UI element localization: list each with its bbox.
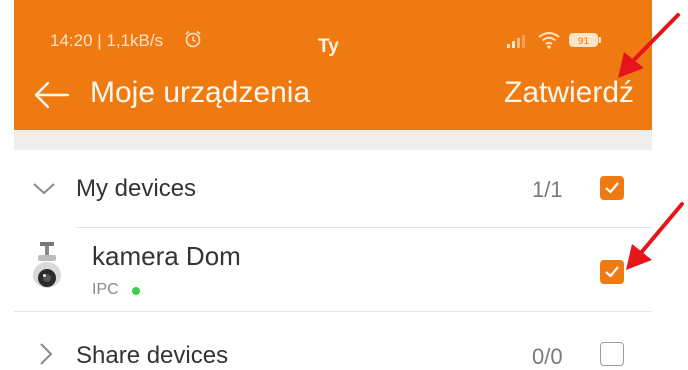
group-row-share-devices[interactable]: Share devices 0/0	[14, 312, 652, 369]
signal-icon	[507, 35, 525, 48]
battery-icon: 91	[569, 33, 601, 47]
chevron-down-icon	[33, 183, 55, 195]
battery-level: 91	[578, 37, 589, 47]
status-carrier: Ty	[318, 36, 339, 57]
annotation-arrow	[626, 202, 684, 270]
device-name: kamera Dom	[92, 241, 241, 271]
status-time: 14:20 | 1,1kB/s	[50, 31, 164, 50]
section-spacer	[14, 130, 652, 150]
group-row-my-devices[interactable]: My devices 1/1	[14, 150, 652, 226]
app-header: 14:20 | 1,1kB/s Ty 91 Moje urządzenia Za…	[14, 0, 652, 130]
wifi-icon	[538, 32, 560, 49]
group-checkbox[interactable]	[600, 176, 624, 200]
checkmark-icon	[605, 266, 619, 278]
group-count: 1/1	[532, 177, 563, 202]
group-checkbox[interactable]	[600, 342, 624, 366]
group-count: 0/0	[532, 344, 563, 369]
status-bar: 14:20 | 1,1kB/s Ty 91	[14, 28, 652, 58]
page-title: Moje urządzenia	[90, 76, 311, 109]
annotation-arrow	[618, 13, 680, 78]
alarm-icon	[185, 30, 201, 48]
phone-screen: 14:20 | 1,1kB/s Ty 91 Moje urządzenia Za…	[14, 0, 652, 369]
device-type: IPC	[92, 281, 119, 298]
group-label: My devices	[76, 175, 197, 202]
online-status-dot	[132, 287, 140, 295]
checkmark-icon	[605, 182, 619, 194]
back-arrow-icon[interactable]	[32, 80, 70, 110]
chevron-right-icon	[40, 343, 53, 365]
camera-icon	[33, 242, 61, 288]
